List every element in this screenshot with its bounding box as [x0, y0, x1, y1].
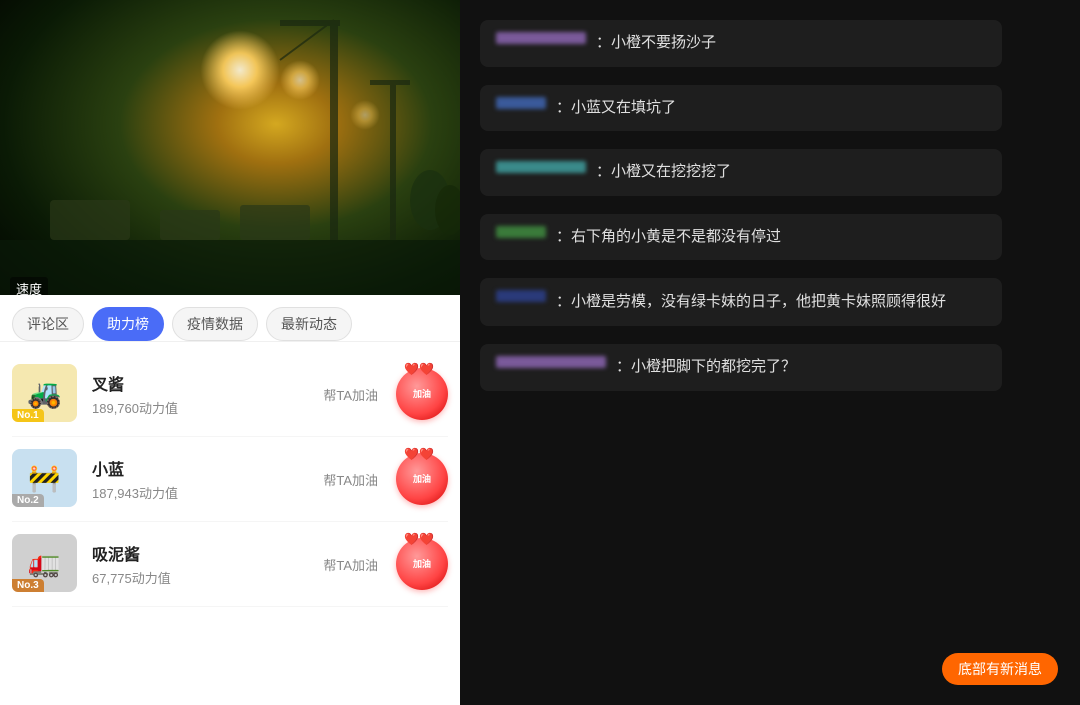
no1-label: No.1	[12, 409, 44, 422]
cheer-btn-2[interactable]: ❤️❤️ 加油	[396, 453, 448, 505]
username-blur-4	[496, 226, 546, 238]
chat-message-2: ：小蓝又在填坑了	[480, 85, 1060, 132]
rank-badge-1: 🚜 No.1	[12, 364, 82, 424]
cheer-hearts-2: ❤️❤️	[404, 447, 434, 461]
rank-item-1: 🚜 No.1 叉酱 189,760动力值 帮TA加油 ❤️❤️ 加油	[12, 352, 448, 437]
tab-epidemic[interactable]: 疫情数据	[172, 307, 258, 341]
help-btn-2[interactable]: 帮TA加油	[323, 470, 378, 489]
chat-bubble-1: ：小橙不要扬沙子	[480, 20, 1002, 67]
left-panel: 速度 评论区 助力榜 疫情数据 最新动态 🚜 No.1 叉酱	[0, 0, 460, 705]
cheer-label-2: 加油	[413, 474, 431, 485]
cheer-btn-3[interactable]: ❤️❤️ 加油	[396, 538, 448, 590]
rank-info-2: 小蓝 187,943动力值	[92, 456, 313, 502]
rank-item-3: 🚛 No.3 吸泥酱 67,775动力值 帮TA加油 ❤️❤️ 加油	[12, 522, 448, 607]
tab-comments[interactable]: 评论区	[12, 307, 84, 341]
chat-message-5: ：小橙是劳模，没有绿卡妹的日子，他把黄卡妹照顾得很好	[480, 278, 1060, 326]
rank-score-1: 189,760动力值	[92, 398, 313, 417]
tab-leaderboard[interactable]: 助力榜	[92, 307, 164, 341]
username-blur-1	[496, 32, 586, 44]
msg-text-6: ：小橙把脚下的都挖完了？	[616, 356, 796, 379]
username-blur-5	[496, 290, 546, 302]
rank-name-3: 吸泥酱	[92, 541, 313, 565]
msg-text-5: ：小橙是劳模，没有绿卡妹的日子，他把黄卡妹照顾得很好	[556, 290, 946, 314]
cheer-hearts-1: ❤️❤️	[404, 362, 434, 376]
rank-item-2: 🚧 No.2 小蓝 187,943动力值 帮TA加油 ❤️❤️ 加油	[12, 437, 448, 522]
chat-bubble-6: ：小橙把脚下的都挖完了？	[480, 344, 1002, 391]
no3-label: No.3	[12, 579, 44, 592]
rank-score-2: 187,943动力值	[92, 483, 313, 502]
username-blur-3	[496, 161, 586, 173]
video-background: 速度	[0, 0, 460, 310]
new-message-badge[interactable]: 底部有新消息	[942, 653, 1058, 685]
help-btn-1[interactable]: 帮TA加油	[323, 385, 378, 404]
cheer-btn-1[interactable]: ❤️❤️ 加油	[396, 368, 448, 420]
chat-bubble-2: ：小蓝又在填坑了	[480, 85, 1002, 132]
chat-bubble-5: ：小橙是劳模，没有绿卡妹的日子，他把黄卡妹照顾得很好	[480, 278, 1002, 326]
cheer-label-3: 加油	[413, 559, 431, 570]
cheer-hearts-3: ❤️❤️	[404, 532, 434, 546]
rank-info-1: 叉酱 189,760动力值	[92, 371, 313, 417]
chat-message-1: ：小橙不要扬沙子	[480, 20, 1060, 67]
username-blur-2	[496, 97, 546, 109]
rank-name-1: 叉酱	[92, 371, 313, 395]
rank-badge-3: 🚛 No.3	[12, 534, 82, 594]
avatar-mixer: 🚛 No.3	[12, 534, 77, 592]
rank-score-3: 67,775动力值	[92, 568, 313, 587]
tab-latest[interactable]: 最新动态	[266, 307, 352, 341]
leaderboard-list: 🚜 No.1 叉酱 189,760动力值 帮TA加油 ❤️❤️ 加油	[0, 342, 460, 617]
rank-name-2: 小蓝	[92, 456, 313, 480]
rank-info-3: 吸泥酱 67,775动力值	[92, 541, 313, 587]
chat-panel: ：小橙不要扬沙子 ：小蓝又在填坑了 ：小橙又在挖挖挖了 ：右下角的小黄是不是都没…	[460, 0, 1080, 705]
chat-bubble-3: ：小橙又在挖挖挖了	[480, 149, 1002, 196]
rank-badge-2: 🚧 No.2	[12, 449, 82, 509]
cheer-label-1: 加油	[413, 389, 431, 400]
chat-bubble-4: ：右下角的小黄是不是都没有停过	[480, 214, 1002, 261]
msg-text-4: ：右下角的小黄是不是都没有停过	[556, 226, 781, 249]
video-area: 速度	[0, 0, 460, 310]
msg-text-2: ：小蓝又在填坑了	[556, 97, 676, 120]
help-btn-3[interactable]: 帮TA加油	[323, 555, 378, 574]
avatar-forklift: 🚜 No.1	[12, 364, 77, 422]
chat-message-6: ：小橙把脚下的都挖完了？	[480, 344, 1060, 391]
crane-svg	[0, 0, 460, 310]
username-blur-6	[496, 356, 606, 368]
avatar-excavator: 🚧 No.2	[12, 449, 77, 507]
chat-message-3: ：小橙又在挖挖挖了	[480, 149, 1060, 196]
no2-label: No.2	[12, 494, 44, 507]
tabs-bar: 评论区 助力榜 疫情数据 最新动态	[0, 295, 460, 342]
msg-text-1: ：小橙不要扬沙子	[596, 32, 716, 55]
chat-message-4: ：右下角的小黄是不是都没有停过	[480, 214, 1060, 261]
msg-text-3: ：小橙又在挖挖挖了	[596, 161, 731, 184]
bottom-card: 评论区 助力榜 疫情数据 最新动态 🚜 No.1 叉酱 189,760动力值 帮	[0, 295, 460, 705]
